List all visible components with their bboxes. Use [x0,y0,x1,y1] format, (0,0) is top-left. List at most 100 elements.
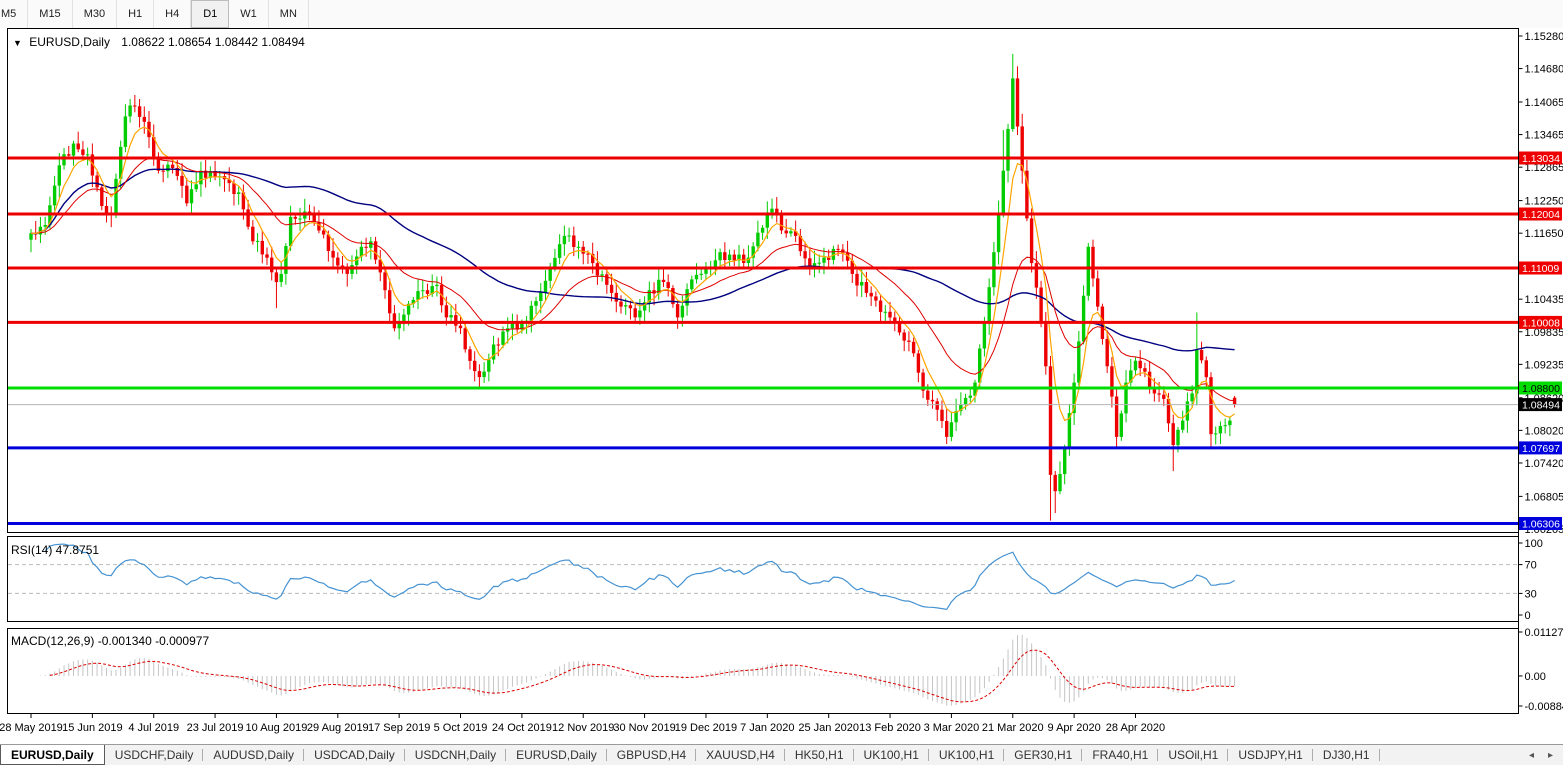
candle [988,287,991,323]
date-tick-label: 19 Dec 2019 [675,722,737,734]
candle [907,341,910,342]
candle [331,251,334,258]
timeframe-button-h1[interactable]: H1 [117,0,154,28]
chart-tab-xauusd-h4[interactable]: XAUUSD,H4 [696,745,785,765]
pane-border [8,537,1519,622]
candle [1219,426,1222,433]
chart-area[interactable]: 1.152801.146801.140651.134651.128651.122… [0,28,1563,744]
svg-text:1.13034: 1.13034 [1522,153,1560,165]
timeframe-button-m15[interactable]: M15 [28,0,72,28]
chart-tab-usoil-h1[interactable]: USOil,H1 [1158,745,1228,765]
candle [870,293,873,297]
candle [1021,126,1024,170]
candle [383,272,386,290]
date-tick-label: 9 Apr 2020 [1048,722,1101,734]
candle [728,255,731,260]
candle [322,231,325,235]
date-axis: 28 May 201915 Jun 20194 Jul 201923 Jul 2… [0,714,1165,734]
macd-pane[interactable] [40,635,1234,706]
date-tick-label: 3 Mar 2020 [924,722,980,734]
chart-tab-eurusd-daily[interactable]: EURUSD,Daily [506,745,607,765]
chart-tab-usdjpy-h1[interactable]: USDJPY,H1 [1228,745,1312,765]
candle [162,171,165,172]
candle [1002,171,1005,214]
candle [1106,339,1109,366]
price-tick-label: 1.14065 [1525,97,1563,109]
candle [992,252,995,287]
candle [199,171,202,185]
chart-tab-dj30-h1[interactable]: DJ30,H1 [1313,745,1380,765]
rsi-axis-label: 70 [1525,560,1537,572]
candle [237,192,240,194]
tab-scroll-left-icon[interactable]: ◂ [1529,750,1534,761]
chart-tab-gbpusd-h4[interactable]: GBPUSD,H4 [607,745,696,765]
candle [501,332,504,345]
chart-tab-audusd-daily[interactable]: AUDUSD,Daily [203,745,304,765]
candle [1224,425,1227,426]
date-tick-label: 24 Oct 2019 [492,722,552,734]
timeframe-button-m30[interactable]: M30 [73,0,117,28]
candle [1162,395,1165,399]
candle [690,279,693,289]
chart-tab-uk100-h1[interactable]: UK100,H1 [854,745,929,765]
candle [1058,474,1061,491]
candle [898,323,901,333]
candle [280,274,283,282]
timeframe-button-mn[interactable]: MN [269,0,309,28]
timeframe-button-d1[interactable]: D1 [191,0,229,28]
chart-tab-uk100-h1[interactable]: UK100,H1 [929,745,1004,765]
candle [459,326,462,329]
candle [1096,278,1099,306]
candle [143,117,146,122]
rsi-axis-label: 0 [1525,610,1531,622]
chart-tab-eurusd-daily[interactable]: EURUSD,Daily [0,745,105,765]
candle [874,296,877,300]
candle [133,106,136,107]
chart-tab-usdcad-daily[interactable]: USDCAD,Daily [304,745,405,765]
candle [275,272,278,282]
candle [246,209,249,226]
candle [478,371,481,377]
candle [487,360,490,372]
rsi-pane[interactable] [8,544,1518,609]
candle [605,274,608,285]
timeframe-button-h4[interactable]: H4 [154,0,191,28]
candle [1134,361,1137,371]
candle [624,305,627,306]
chart-tab-usdchf-daily[interactable]: USDCHF,Daily [105,745,204,765]
candle [261,241,264,255]
candle [77,144,80,150]
chart-canvas[interactable]: 1.152801.146801.140651.134651.128651.122… [0,28,1563,744]
candle [138,106,141,117]
price-tick-label: 1.14680 [1525,64,1563,76]
chart-tab-fra40-h1[interactable]: FRA40,H1 [1082,745,1158,765]
chart-tab-ger30-h1[interactable]: GER30,H1 [1004,745,1082,765]
timeframe-button-m5[interactable]: M5 [0,0,28,28]
candle [926,391,929,400]
chart-tab-hk50-h1[interactable]: HK50,H1 [785,745,854,765]
main-price-pane[interactable] [8,54,1518,524]
svg-text:1.08494: 1.08494 [1522,400,1560,412]
candle [1120,413,1123,437]
candle [714,260,717,267]
candle [1228,421,1231,426]
candle [1011,78,1014,129]
candle [1087,247,1090,296]
candle [667,282,670,288]
date-tick-label: 30 Nov 2019 [613,722,675,734]
candle [1214,433,1217,434]
tab-scroll-right-icon[interactable]: ▸ [1548,750,1553,761]
candle [289,217,292,246]
candle [662,280,665,282]
candle [619,302,622,307]
candle [124,116,127,146]
candle [1049,366,1052,475]
chart-tab-usdcnh-daily[interactable]: USDCNH,Daily [405,745,506,765]
candle [615,293,618,302]
candle [482,372,485,378]
svg-text:1.06306: 1.06306 [1522,519,1560,531]
date-tick-label: 25 Jan 2020 [798,722,859,734]
candle [67,154,70,156]
candle [756,233,759,247]
timeframe-button-w1[interactable]: W1 [229,0,269,28]
